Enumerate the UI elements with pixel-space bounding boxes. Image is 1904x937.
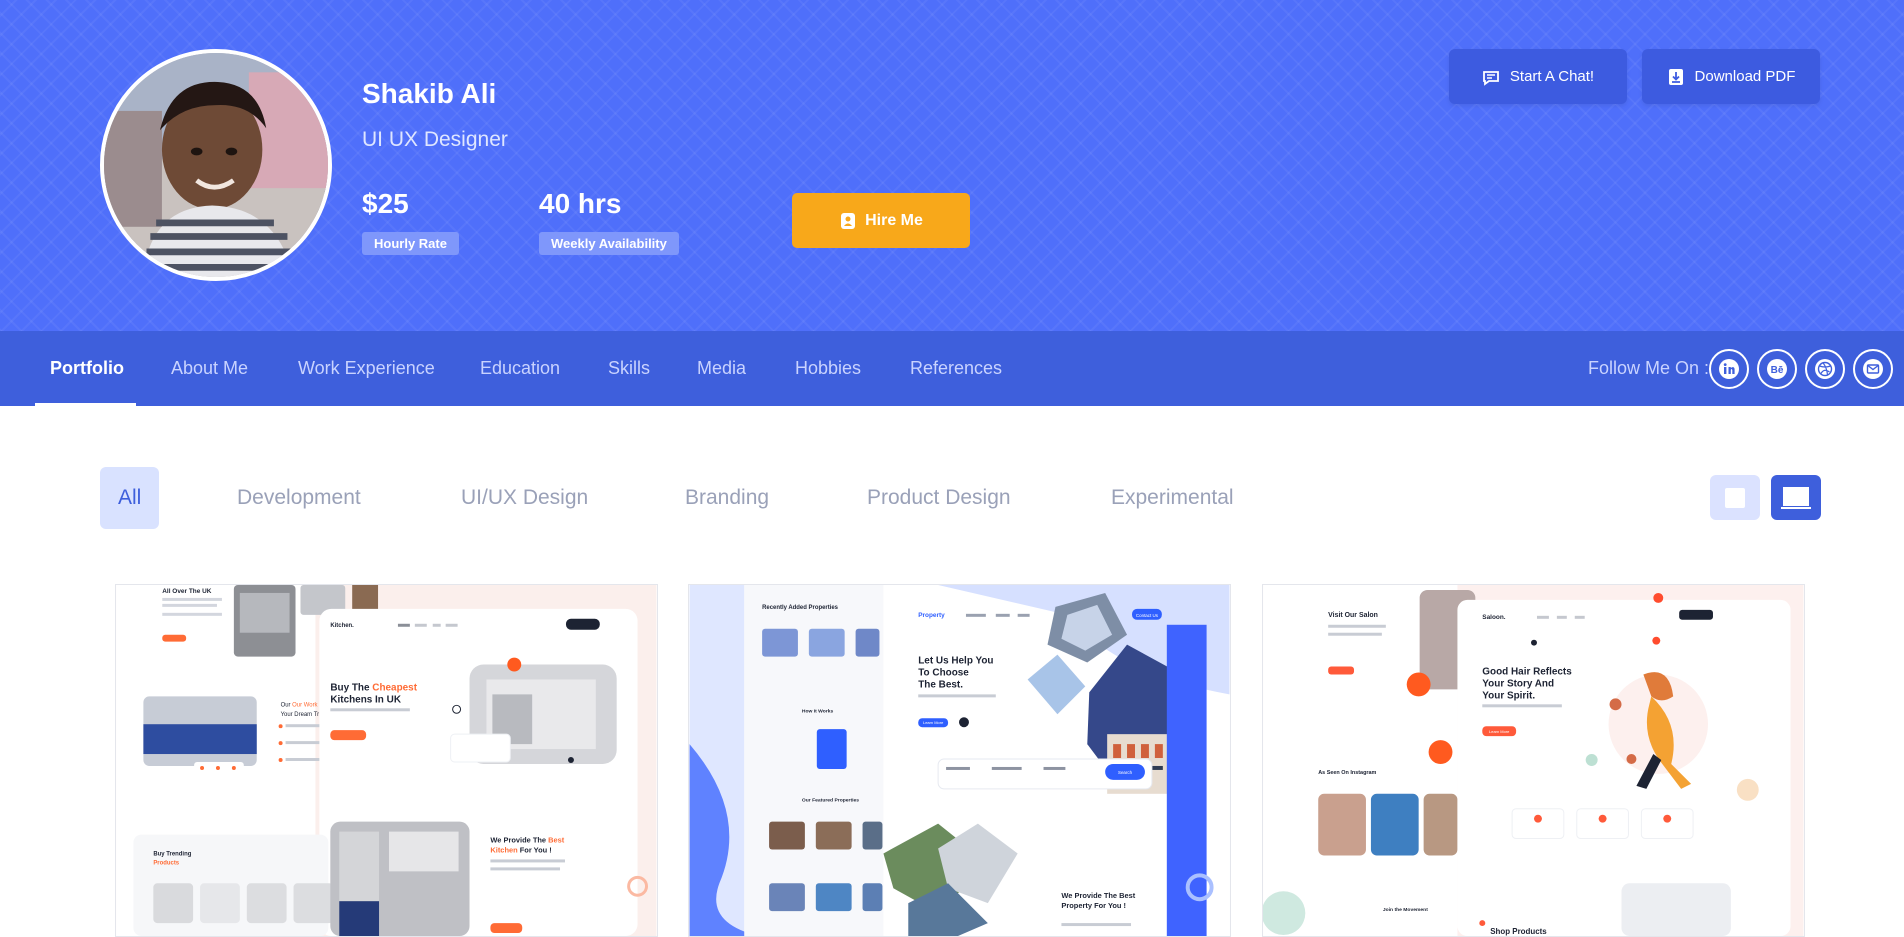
tab-skills[interactable]: Skills	[608, 331, 650, 406]
saloon-instagram: As Seen On Instagram	[1318, 770, 1376, 776]
filter-product-design[interactable]: Product Design	[867, 467, 1011, 529]
property-how: How It Works	[802, 708, 834, 714]
linkedin-icon	[1719, 359, 1739, 379]
kitchen-hero-line1: Buy The Cheapest	[330, 682, 417, 693]
saloon-hero-line1: Good Hair Reflects	[1482, 666, 1572, 677]
saloon-shop: Shop Products	[1490, 927, 1547, 936]
saloon-hero-line3: Your Spirit.	[1482, 690, 1535, 701]
tab-hobbies[interactable]: Hobbies	[795, 331, 861, 406]
profile-header: Shakib Ali UI UX Designer $25 Hourly Rat…	[0, 0, 1904, 331]
start-chat-label: Start A Chat!	[1509, 68, 1595, 85]
property-website-preview: Recently Added Properties How It Works O…	[689, 585, 1230, 936]
kitchen-best-accent: Best	[548, 836, 565, 845]
portfolio-card-property[interactable]: Recently Added Properties How It Works O…	[688, 584, 1231, 937]
property-search: Search	[1118, 770, 1133, 775]
saloon-brand: Saloon.	[1482, 614, 1506, 621]
section-nav: Portfolio About Me Work Experience Educa…	[0, 331, 1904, 406]
kitchen-best-line1: We Provide The	[490, 836, 548, 845]
tab-education[interactable]: Education	[480, 331, 560, 406]
tab-work-experience[interactable]: Work Experience	[298, 331, 435, 406]
list-view-icon	[1781, 486, 1811, 509]
saloon-hero-line2: Your Story And	[1482, 678, 1554, 689]
filter-all[interactable]: All	[100, 467, 160, 529]
kitchen-trending-accent: Products	[153, 860, 179, 866]
tab-references[interactable]: References	[910, 331, 1002, 406]
svg-text:We Provide The Best: We Provide The Best	[490, 836, 564, 845]
availability-value: 40 hrs	[539, 188, 622, 219]
grid-view-toggle[interactable]	[1710, 475, 1760, 520]
chat-icon	[1482, 70, 1499, 86]
filter-experimental[interactable]: Experimental	[1111, 467, 1234, 529]
follow-me-label: Follow Me On :	[1588, 358, 1710, 378]
kitchen-website-preview: All Over The UK Our Our Work Process You…	[116, 585, 657, 936]
saloon-visit: Visit Our Salon	[1328, 612, 1378, 619]
behance-link[interactable]: Bē	[1757, 349, 1797, 389]
property-provide-line2: Property For You !	[1061, 901, 1126, 910]
kitchen-brand: Kitchen.	[330, 623, 354, 629]
property-featured: Our Featured Properties	[802, 798, 859, 804]
filter-ui-ux-design[interactable]: UI/UX Design	[461, 467, 588, 529]
saloon-cta: Learn More	[1489, 729, 1510, 734]
property-recent: Recently Added Properties	[762, 605, 839, 611]
kitchen-best-line2: Kitchen	[490, 845, 518, 854]
profile-role: UI UX Designer	[362, 128, 508, 151]
kitchen-hero-line2: Kitchens In UK	[330, 694, 401, 705]
tab-about-me[interactable]: About Me	[171, 331, 248, 406]
saloon-website-preview: Visit Our Salon As Seen On Instagram Joi…	[1263, 585, 1804, 936]
profile-name: Shakib Ali	[362, 78, 497, 109]
hire-me-label: Hire Me	[865, 211, 923, 229]
download-pdf-label: Download PDF	[1694, 68, 1796, 85]
dribbble-icon	[1815, 359, 1835, 379]
hourly-rate-value: $25	[362, 188, 409, 219]
filter-development[interactable]: Development	[237, 467, 361, 529]
briefcase-icon	[841, 212, 856, 229]
svg-text:Kitchen For You !: Kitchen For You !	[490, 845, 551, 854]
property-brand: Property	[918, 612, 945, 619]
property-hero-line3: The Best.	[918, 679, 963, 690]
property-cta: Learn More	[923, 720, 944, 725]
start-chat-button[interactable]: Start A Chat!	[1449, 49, 1627, 104]
filter-branding[interactable]: Branding	[685, 467, 769, 529]
linkedin-link[interactable]	[1709, 349, 1749, 389]
download-pdf-button[interactable]: Download PDF	[1642, 49, 1820, 104]
hourly-rate-label: Hourly Rate	[362, 232, 459, 255]
avatar-photo	[104, 53, 328, 277]
property-hero-line2: To Choose	[918, 667, 969, 678]
active-tab-indicator	[35, 403, 136, 406]
property-contact: Contact Us	[1136, 613, 1159, 618]
profile-avatar	[100, 49, 332, 281]
dribbble-link[interactable]	[1805, 349, 1845, 389]
property-provide-line1: We Provide The Best	[1061, 891, 1135, 900]
kitchen-trending: Buy Trending	[153, 851, 191, 857]
behance-icon: Bē	[1767, 359, 1787, 379]
hire-me-button[interactable]: Hire Me	[792, 193, 970, 248]
download-icon	[1668, 68, 1683, 85]
saloon-movement: Join the Movement	[1383, 907, 1428, 913]
kitchen-best-line3: For You !	[518, 845, 552, 854]
portfolio-card-saloon[interactable]: Visit Our Salon As Seen On Instagram Joi…	[1262, 584, 1805, 937]
grid-view-icon	[1725, 487, 1745, 508]
list-view-toggle[interactable]	[1771, 475, 1821, 520]
tab-portfolio[interactable]: Portfolio	[50, 331, 124, 406]
tab-media[interactable]: Media	[697, 331, 746, 406]
portfolio-card-kitchen[interactable]: All Over The UK Our Our Work Process You…	[115, 584, 658, 937]
mail-link[interactable]	[1853, 349, 1893, 389]
mail-icon	[1863, 359, 1883, 379]
availability-label: Weekly Availability	[539, 232, 679, 255]
kitchen-left-title: All Over The UK	[162, 588, 211, 595]
svg-text:Bē: Bē	[1771, 365, 1784, 376]
property-hero-line1: Let Us Help You	[918, 656, 993, 667]
kitchen-hero-accent: Cheapest	[372, 682, 417, 693]
